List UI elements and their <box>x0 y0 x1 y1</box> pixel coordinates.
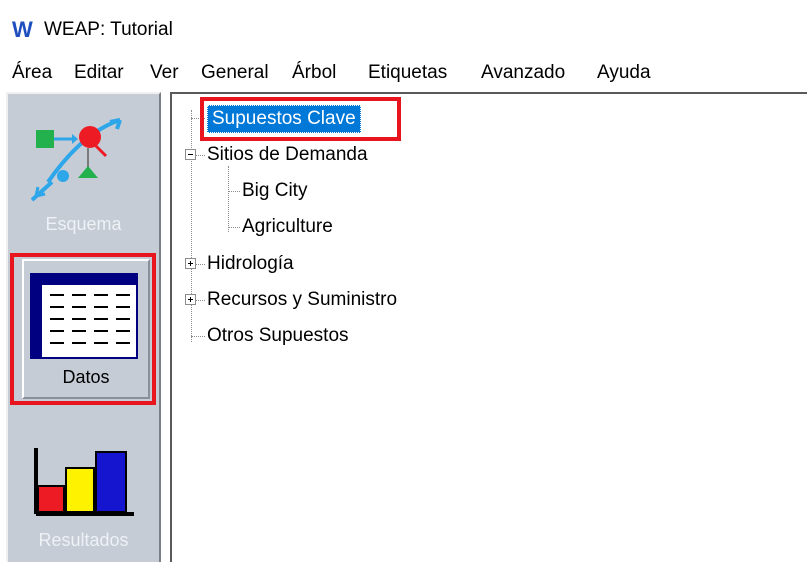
menu-etiquetas[interactable]: Etiquetas <box>368 60 447 86</box>
title-bar: W WEAP: Tutorial <box>0 0 807 56</box>
tree-node-agriculture[interactable]: Agriculture <box>242 214 333 240</box>
menu-bar: Área Editar Ver General Árbol Etiquetas … <box>0 56 807 90</box>
menu-editar[interactable]: Editar <box>74 60 124 86</box>
collapse-icon[interactable] <box>185 149 196 160</box>
view-bar: Esquema Datos Resultados <box>6 92 161 562</box>
tree-connector <box>228 166 229 232</box>
tree-node-hidrologia[interactable]: Hidrología <box>207 251 294 277</box>
schematic-icon <box>30 118 122 202</box>
tree-connector <box>228 227 240 228</box>
menu-general[interactable]: General <box>201 60 269 86</box>
tree-connector <box>228 191 240 192</box>
view-button-esquema[interactable]: Esquema <box>8 94 159 244</box>
view-label-datos: Datos <box>62 367 110 387</box>
window-title: WEAP: Tutorial <box>44 19 173 40</box>
tree-connector <box>191 336 205 337</box>
view-button-resultados[interactable]: Resultados <box>8 424 159 564</box>
view-label-resultados: Resultados <box>38 530 129 550</box>
tree-node-big-city[interactable]: Big City <box>242 178 307 204</box>
menu-area[interactable]: Área <box>12 60 52 86</box>
weap-logo-icon: W <box>12 17 33 42</box>
expand-icon[interactable] <box>185 258 196 269</box>
tree-node-otros-supuestos[interactable]: Otros Supuestos <box>207 323 349 349</box>
data-tree: Supuestos Clave Sitios de Demanda Big Ci… <box>170 92 807 562</box>
bar-chart-icon <box>34 448 134 516</box>
tree-node-supuestos-clave[interactable]: Supuestos Clave <box>207 105 361 133</box>
tree-node-sitios-de-demanda[interactable]: Sitios de Demanda <box>207 142 368 168</box>
menu-ayuda[interactable]: Ayuda <box>597 60 651 86</box>
menu-ver[interactable]: Ver <box>150 60 179 86</box>
view-label-esquema: Esquema <box>45 214 122 234</box>
view-button-datos[interactable]: Datos <box>22 259 150 399</box>
expand-icon[interactable] <box>185 294 196 305</box>
tree-connector <box>191 118 205 119</box>
tree-connector <box>191 110 192 342</box>
tree-node-recursos-y-suministro[interactable]: Recursos y Suministro <box>207 287 397 313</box>
data-table-icon <box>30 273 138 359</box>
menu-arbol[interactable]: Árbol <box>292 60 336 86</box>
menu-avanzado[interactable]: Avanzado <box>481 60 565 86</box>
